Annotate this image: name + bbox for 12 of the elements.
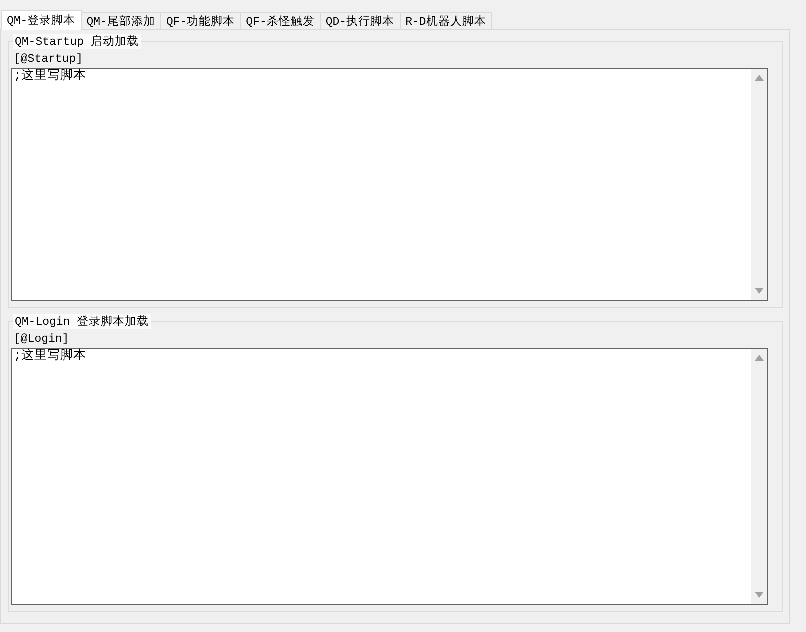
- tab[interactable]: QD-执行脚本: [320, 12, 401, 30]
- group-title: QM-Login 登录脚本加载: [13, 314, 152, 329]
- group-title: QM-Startup 启动加载: [13, 34, 141, 49]
- script-editor[interactable]: ;这里写脚本: [11, 68, 768, 301]
- tab[interactable]: QM-登录脚本: [1, 10, 82, 30]
- tab[interactable]: R-D机器人脚本: [400, 12, 492, 30]
- tab[interactable]: QF-杀怪触发: [240, 12, 321, 30]
- section-label: [@Startup]: [13, 52, 84, 68]
- section-label: [@Login]: [13, 332, 70, 348]
- script-editor[interactable]: ;这里写脚本: [11, 348, 768, 605]
- tab[interactable]: QF-功能脚本: [160, 12, 242, 30]
- tab[interactable]: QM-尾部添加: [80, 12, 162, 30]
